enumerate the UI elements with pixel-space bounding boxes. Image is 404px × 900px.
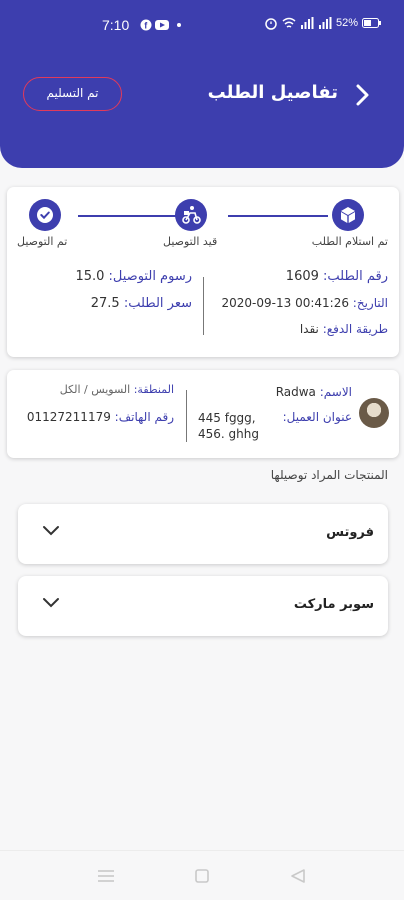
step-label: قيد التوصيل	[163, 235, 218, 248]
chevron-down-icon[interactable]	[42, 596, 60, 610]
store-name: سوبر ماركت	[293, 597, 374, 612]
status-badge: تم التسليم	[23, 77, 122, 111]
signal-icon	[300, 17, 314, 29]
region-row: المنطقة: السويس / الكل	[60, 383, 174, 396]
order-date-key: التاريخ:	[352, 296, 388, 310]
products-title: المنتجات المراد توصيلها	[270, 468, 388, 482]
status-time: 7:10	[102, 17, 130, 33]
battery-percent: 52%	[335, 17, 358, 29]
delivery-bike-icon	[182, 206, 201, 224]
payment-value: نقدا	[299, 322, 319, 336]
divider	[186, 390, 187, 442]
payment-row: طريقة الدفع: نقدا	[300, 322, 388, 336]
step-delivered	[29, 199, 61, 231]
store-name: فروتس	[326, 525, 374, 540]
wifi-icon	[282, 17, 296, 28]
customer-name-row: الاسم: Radwa	[276, 385, 352, 399]
region-value: السويس / الكل	[59, 383, 131, 396]
signal-icon-2	[318, 17, 332, 29]
order-date-value: 2020-09-13 00:41:26	[221, 296, 349, 310]
customer-name-key: الاسم:	[319, 385, 352, 399]
order-price-key: سعر الطلب:	[123, 296, 192, 311]
delivery-fee-row: رسوم التوصيل: 15.0	[75, 269, 192, 284]
divider	[203, 277, 204, 335]
phone-key: رقم الهاتف:	[114, 410, 174, 424]
status-right: 52%	[264, 16, 382, 30]
box-icon	[341, 207, 355, 223]
alarm-icon	[265, 18, 277, 30]
step-received	[332, 199, 364, 231]
order-price-value: 27.5	[90, 296, 120, 311]
customer-address-key: عنوان العميل:	[282, 410, 352, 424]
progress-line	[228, 215, 328, 217]
home-icon[interactable]	[195, 869, 209, 883]
menu-icon[interactable]	[98, 870, 114, 882]
order-number-row: رقم الطلب: 1609	[286, 269, 388, 284]
phone-value[interactable]: 01127211179	[27, 410, 111, 424]
order-number-value: 1609	[285, 269, 319, 284]
back-arrow-icon[interactable]	[350, 82, 374, 108]
nav-buttons	[98, 869, 305, 883]
battery-icon	[362, 18, 381, 28]
page-title: تفاصيل الطلب	[207, 82, 338, 103]
avatar	[359, 398, 389, 428]
customer-name-value: Radwa	[275, 385, 316, 399]
chevron-down-icon[interactable]	[42, 524, 60, 538]
store-item[interactable]: فروتس	[18, 504, 388, 564]
delivery-fee-key: رسوم التوصيل:	[108, 269, 192, 284]
notification-icons: f	[140, 19, 181, 31]
status-bar: 7:10 f 52%	[0, 0, 404, 52]
customer-address-line1: 445 fggg,	[198, 411, 256, 425]
check-circle-icon	[37, 207, 53, 223]
phone-row: رقم الهاتف: 01127211179	[27, 410, 174, 424]
customer-address-line2: 456. ghhg	[198, 427, 259, 441]
step-label: تم استلام الطلب	[311, 235, 388, 248]
region-key: المنطقة:	[133, 383, 174, 396]
back-icon[interactable]	[291, 869, 305, 883]
delivery-fee-value: 15.0	[75, 269, 105, 284]
order-price-row: سعر الطلب: 27.5	[91, 296, 192, 311]
step-label: تم التوصيل	[17, 235, 68, 248]
store-item[interactable]: سوبر ماركت	[18, 576, 388, 636]
system-nav-bar	[0, 850, 404, 900]
progress-line	[78, 215, 178, 217]
step-delivering	[175, 199, 207, 231]
order-number-key: رقم الطلب:	[323, 269, 388, 284]
payment-key: طريقة الدفع:	[322, 322, 388, 336]
order-date-row: التاريخ: 2020-09-13 00:41:26	[222, 296, 388, 310]
